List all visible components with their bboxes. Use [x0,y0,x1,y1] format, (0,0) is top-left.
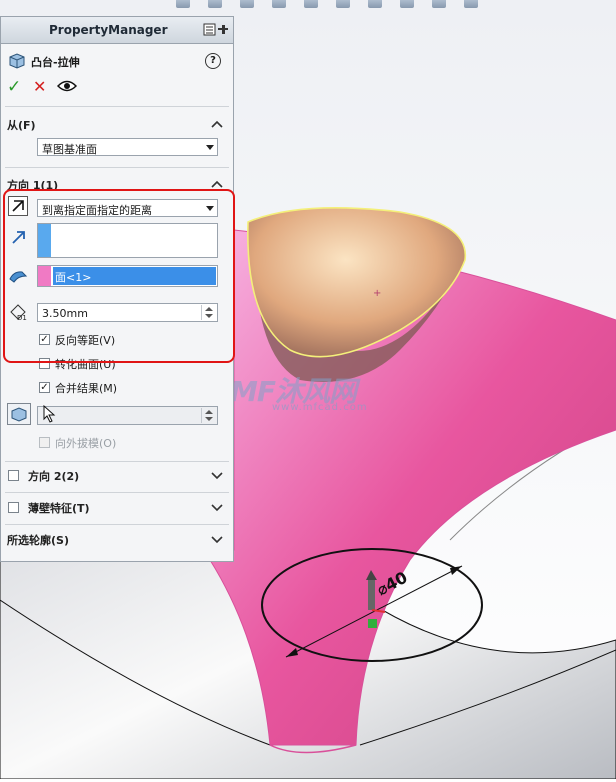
property-manager-title: PropertyManager [49,23,168,37]
chevron-down-icon[interactable] [211,534,223,544]
pin-icon[interactable] [203,22,229,37]
direction2-section-title[interactable]: 方向 2(2) [28,468,79,484]
help-icon[interactable]: ? [205,53,221,69]
chevron-up-icon[interactable] [211,179,223,189]
feature-title: 凸台-拉伸 [31,56,80,69]
view-settings-icon[interactable] [464,0,478,8]
separator [5,524,229,525]
ok-icon[interactable]: ✓ [7,77,21,97]
spin-buttons[interactable] [201,408,216,423]
mouse-cursor-icon [43,405,56,423]
selected-contours-section-title[interactable]: 所选轮廓(S) [7,532,69,548]
origin-marker [368,619,377,628]
scene-icon[interactable] [432,0,446,8]
detailed-preview-icon[interactable] [57,79,77,93]
from-section-title[interactable]: 从(F) [7,117,36,133]
thin-feature-section-title[interactable]: 薄壁特征(T) [28,500,90,516]
zoom-icon[interactable] [176,0,190,8]
boss-extrude-icon [9,53,25,69]
separator [5,106,229,107]
draft-outward-label: 向外拔模(O) [55,437,117,450]
draft-angle-input[interactable] [37,406,218,425]
view-toolbar [170,0,616,12]
property-manager: PropertyManager 凸台-拉伸 ? ✓ ✕ 从(F) 草图基准面 方… [0,16,235,562]
svg-text:+: + [373,288,381,299]
draft-outward-checkbox[interactable] [39,437,50,448]
watermark-url: www.mfcad.com [272,402,368,413]
draft-icon[interactable] [7,403,31,425]
separator [5,167,229,168]
section-view-icon[interactable] [272,0,286,8]
merge-result-label: 合并结果(M) [55,382,118,395]
display-style-icon[interactable] [336,0,350,8]
chevron-down-icon[interactable] [211,470,223,480]
zoom-area-icon[interactable] [208,0,222,8]
separator [5,492,229,493]
direction2-checkbox[interactable] [8,470,19,481]
chevron-down-icon[interactable] [211,502,223,512]
view-orientation-icon[interactable] [304,0,318,8]
dropdown-arrow-icon [206,145,214,150]
cancel-icon[interactable]: ✕ [33,77,46,96]
thin-feature-checkbox[interactable] [8,502,19,513]
from-select-value: 草图基准面 [42,143,97,156]
appearance-icon[interactable] [400,0,414,8]
previous-view-icon[interactable] [240,0,254,8]
separator [5,461,229,462]
hide-show-icon[interactable] [368,0,382,8]
property-manager-header: PropertyManager [1,17,233,44]
from-select[interactable]: 草图基准面 [37,138,218,156]
highlight-annotation [3,189,235,363]
merge-result-checkbox[interactable] [39,382,50,393]
chevron-up-icon[interactable] [211,119,223,129]
